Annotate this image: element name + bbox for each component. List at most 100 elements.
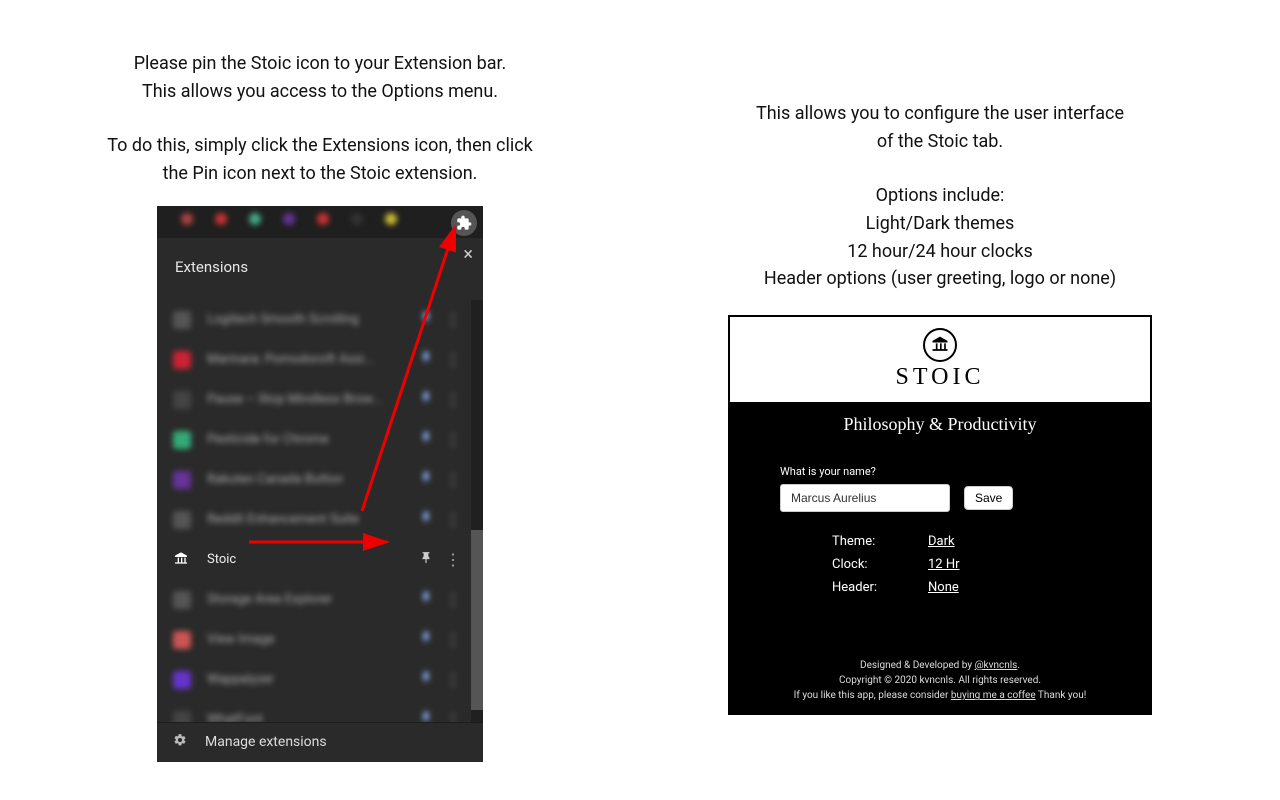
- more-icon[interactable]: ⋮: [445, 390, 461, 409]
- name-input[interactable]: [780, 484, 950, 512]
- right-line-1: This allows you to configure the user in…: [756, 100, 1124, 128]
- more-icon[interactable]: ⋮: [445, 710, 461, 722]
- pin-icon[interactable]: [419, 551, 433, 569]
- pin-icon[interactable]: [419, 311, 433, 329]
- pin-icon[interactable]: [419, 391, 433, 409]
- extension-label: Pesticide for Chrome: [207, 432, 419, 447]
- puzzle-icon: [456, 215, 472, 231]
- right-line-5: 12 hour/24 hour clocks: [764, 238, 1116, 266]
- extension-icon: [173, 511, 191, 529]
- more-icon[interactable]: ⋮: [445, 310, 461, 329]
- extension-row[interactable]: Wappalyzer ⋮: [157, 660, 471, 700]
- close-icon[interactable]: ×: [463, 244, 473, 265]
- extension-label: Rakuten Canada Button: [207, 472, 419, 487]
- setting-value-toggle[interactable]: Dark: [928, 534, 955, 549]
- name-field-label: What is your name?: [780, 465, 1100, 478]
- extension-row[interactable]: Pause – Stop Mindless Brow... ⋮: [157, 380, 471, 420]
- browser-toolbar: [157, 206, 483, 238]
- toolbar-pinned-icons-blurred: [181, 213, 397, 225]
- setting-value-toggle[interactable]: 12 Hr: [928, 557, 960, 572]
- extension-row[interactable]: View Image ⋮: [157, 620, 471, 660]
- extension-row[interactable]: Logitech Smooth Scrolling⋮: [157, 300, 471, 340]
- extension-label: Marinara: Pomodoro® Assi...: [207, 352, 419, 367]
- extension-icon: [173, 631, 191, 649]
- extension-label: Stoic: [207, 552, 419, 567]
- extension-row[interactable]: Rakuten Canada Button ⋮: [157, 460, 471, 500]
- more-icon[interactable]: ⋮: [445, 670, 461, 689]
- options-credits: Designed & Developed by @kvncnls. Copyri…: [730, 658, 1150, 703]
- more-icon[interactable]: ⋮: [445, 550, 461, 569]
- extension-icon: [173, 391, 191, 409]
- options-panel-screenshot: STOIC Philosophy & Productivity What is …: [728, 315, 1152, 715]
- credits-line1-prefix: Designed & Developed by: [860, 660, 975, 671]
- manage-extensions-label: Manage extensions: [205, 734, 327, 750]
- scrollbar-thumb[interactable]: [471, 530, 483, 710]
- right-instructions-block-2: Options include: Light/Dark themes 12 ho…: [764, 182, 1116, 294]
- pin-icon[interactable]: [419, 351, 433, 369]
- extension-label: Reddit Enhancement Suite: [207, 512, 419, 527]
- extension-icon: [173, 351, 191, 369]
- stoic-logo-icon: [923, 328, 957, 362]
- options-header: STOIC: [730, 317, 1150, 402]
- setting-value-toggle[interactable]: None: [928, 580, 959, 595]
- more-icon[interactable]: ⋮: [445, 470, 461, 489]
- right-line-6: Header options (user greeting, logo or n…: [764, 265, 1116, 293]
- extensions-toolbar-button[interactable]: [451, 210, 477, 236]
- credits-coffee-link[interactable]: buying me a coffee: [951, 690, 1036, 701]
- right-line-2: of the Stoic tab.: [756, 128, 1124, 156]
- pin-icon[interactable]: [419, 591, 433, 609]
- credits-author-link[interactable]: @kvncnls: [975, 660, 1018, 671]
- extensions-panel: × Extensions Logitech Smooth Scrolling⋮M…: [157, 238, 483, 762]
- extension-row[interactable]: Marinara: Pomodoro® Assi... ⋮: [157, 340, 471, 380]
- setting-key: Header:: [832, 580, 928, 595]
- options-settings-list: Theme:DarkClock:12 HrHeader:None: [832, 534, 1100, 595]
- more-icon[interactable]: ⋮: [445, 430, 461, 449]
- setting-row: Header:None: [832, 580, 1100, 595]
- left-instructions-block-1: Please pin the Stoic icon to your Extens…: [134, 50, 507, 106]
- right-line-3: Options include:: [764, 182, 1116, 210]
- more-icon[interactable]: ⋮: [445, 590, 461, 609]
- more-icon[interactable]: ⋮: [445, 510, 461, 529]
- more-icon[interactable]: ⋮: [445, 350, 461, 369]
- extension-label: Pause – Stop Mindless Brow...: [207, 392, 419, 407]
- pin-icon[interactable]: [419, 631, 433, 649]
- left-instructions-block-2: To do this, simply click the Extensions …: [107, 132, 533, 188]
- pin-icon[interactable]: [419, 711, 433, 722]
- extension-row[interactable]: Pesticide for Chrome ⋮: [157, 420, 471, 460]
- extension-icon: [173, 711, 191, 722]
- left-line-2: This allows you access to the Options me…: [134, 78, 507, 106]
- credits-line1-suffix: .: [1017, 660, 1020, 671]
- pin-icon[interactable]: [419, 671, 433, 689]
- save-button[interactable]: Save: [964, 486, 1013, 510]
- setting-key: Theme:: [832, 534, 928, 549]
- left-line-3: To do this, simply click the Extensions …: [107, 132, 533, 160]
- extensions-popup-screenshot: × Extensions Logitech Smooth Scrolling⋮M…: [157, 206, 483, 762]
- pin-icon[interactable]: [419, 431, 433, 449]
- left-line-1: Please pin the Stoic icon to your Extens…: [134, 50, 507, 78]
- extension-row[interactable]: WhatFont ⋮: [157, 700, 471, 722]
- extension-icon: [173, 431, 191, 449]
- extension-row[interactable]: Storage Area Explorer⋮: [157, 580, 471, 620]
- extensions-list: Logitech Smooth Scrolling⋮Marinara: Pomo…: [157, 300, 471, 722]
- extension-icon: [173, 311, 191, 329]
- setting-row: Theme:Dark: [832, 534, 1100, 549]
- extension-row[interactable]: Reddit Enhancement Suite ⋮: [157, 500, 471, 540]
- pin-icon[interactable]: [419, 471, 433, 489]
- extension-row[interactable]: Stoic ⋮: [157, 540, 471, 580]
- scrollbar[interactable]: [471, 300, 483, 722]
- extension-label: Wappalyzer: [207, 672, 419, 687]
- pin-icon[interactable]: [419, 511, 433, 529]
- setting-key: Clock:: [832, 557, 928, 572]
- extension-label: WhatFont: [207, 712, 419, 722]
- extension-icon: [173, 471, 191, 489]
- credits-line3-suffix: Thank you!: [1036, 690, 1087, 701]
- more-icon[interactable]: ⋮: [445, 630, 461, 649]
- options-subtitle: Philosophy & Productivity: [730, 402, 1150, 441]
- credits-line2: Copyright © 2020 kvncnls. All rights res…: [730, 673, 1150, 688]
- extension-icon: [173, 591, 191, 609]
- right-line-4: Light/Dark themes: [764, 210, 1116, 238]
- manage-extensions-button[interactable]: Manage extensions: [157, 722, 483, 762]
- extension-label: View Image: [207, 632, 419, 647]
- extension-icon: [173, 551, 191, 569]
- stoic-brand-title: STOIC: [896, 364, 985, 391]
